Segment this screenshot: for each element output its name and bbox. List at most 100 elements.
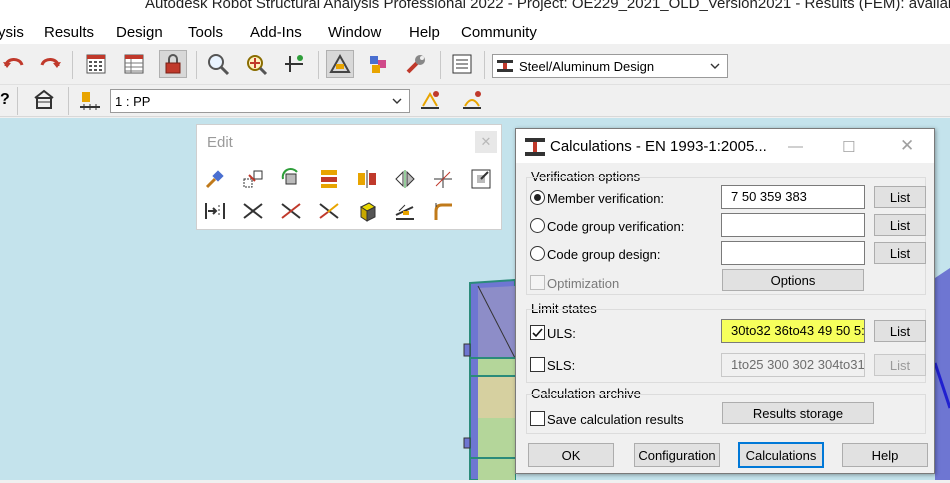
- code-group-verification-field[interactable]: [721, 213, 865, 237]
- steel-layout-icon: [497, 60, 513, 72]
- load-display-icon[interactable]: [416, 86, 444, 114]
- checkmark-icon: [532, 328, 543, 338]
- results-storage-button[interactable]: Results storage: [722, 402, 874, 424]
- close-icon[interactable]: ✕: [900, 136, 914, 156]
- offset-icon[interactable]: [315, 165, 343, 193]
- extend-icon[interactable]: [315, 197, 343, 225]
- profile-section-icon[interactable]: [353, 197, 381, 225]
- sls-checkbox[interactable]: [530, 357, 545, 372]
- trim-icon[interactable]: [277, 197, 305, 225]
- uls-checkbox[interactable]: [530, 325, 545, 340]
- steel-design-icon[interactable]: [326, 50, 354, 78]
- toolbar-separator: [17, 87, 18, 115]
- app-titlebar: Autodesk Robot Structural Analysis Profe…: [0, 0, 950, 20]
- layout-selector-value: Steel/Aluminum Design: [519, 58, 655, 74]
- configuration-button[interactable]: Configuration: [634, 443, 720, 467]
- toolbar-separator: [68, 87, 69, 115]
- menu-results[interactable]: Results: [44, 24, 94, 41]
- member-verification-list-button[interactable]: List: [874, 186, 926, 208]
- minimize-icon[interactable]: —: [788, 138, 803, 155]
- menu-design[interactable]: Design: [116, 24, 163, 41]
- chevron-down-icon: [710, 63, 720, 69]
- load-case-icon[interactable]: [76, 86, 104, 114]
- table-icon[interactable]: [120, 50, 148, 78]
- scale-icon[interactable]: [429, 165, 457, 193]
- toolbar-separator: [440, 51, 441, 79]
- save-calculation-results-label: Save calculation results: [547, 412, 684, 427]
- chevron-down-icon: [392, 98, 402, 104]
- calculations-dialog: Calculations - EN 1993-1:2005... — ☐ ✕ V…: [515, 128, 935, 474]
- combination-display-icon[interactable]: [458, 86, 486, 114]
- divide-icon[interactable]: [201, 197, 229, 225]
- calculator-icon[interactable]: [82, 50, 110, 78]
- help-button[interactable]: Help: [842, 443, 928, 467]
- save-calculation-results-checkbox[interactable]: [530, 411, 545, 426]
- mirror-horizontal-icon[interactable]: [353, 165, 381, 193]
- member-verification-label: Member verification:: [547, 191, 665, 206]
- zoom-icon[interactable]: [204, 50, 232, 78]
- menu-analysis[interactable]: ysis: [0, 24, 24, 41]
- redo-icon[interactable]: [36, 50, 64, 78]
- lock-icon[interactable]: [159, 50, 187, 78]
- intersect-icon[interactable]: [239, 197, 267, 225]
- structure-view-icon[interactable]: [30, 86, 58, 114]
- toolbar-separator: [318, 51, 319, 79]
- sls-list-button: List: [874, 354, 926, 376]
- options-button[interactable]: Options: [722, 269, 864, 291]
- dialog-titlebar: Calculations - EN 1993-1:2005... — ☐ ✕: [516, 129, 934, 163]
- uls-combinations-field[interactable]: 30to32 36to43 49 50 5:: [721, 319, 865, 343]
- code-group-design-radio[interactable]: [530, 246, 545, 261]
- menu-tools[interactable]: Tools: [188, 24, 223, 41]
- structure-model-icon[interactable]: [364, 50, 392, 78]
- code-group-design-label: Code group design:: [547, 247, 661, 262]
- load-case-value: 1 : PP: [115, 93, 151, 109]
- uls-list-button[interactable]: List: [874, 320, 926, 342]
- code-group-verification-radio[interactable]: [530, 218, 545, 233]
- fillet-icon[interactable]: [429, 197, 457, 225]
- ok-button[interactable]: OK: [528, 443, 614, 467]
- steel-calculation-icon: [525, 138, 545, 156]
- mirror-vertical-icon[interactable]: [391, 165, 419, 193]
- toolbar-separator: [72, 51, 73, 79]
- resize-icon[interactable]: [467, 165, 495, 193]
- load-case-selector[interactable]: 1 : PP: [110, 89, 410, 113]
- optimization-checkbox[interactable]: [530, 275, 545, 290]
- zoom-window-icon[interactable]: [242, 50, 270, 78]
- member-verification-radio[interactable]: [530, 190, 545, 205]
- extrude-icon[interactable]: [391, 197, 419, 225]
- window-title: Autodesk Robot Structural Analysis Profe…: [145, 0, 950, 12]
- member-verification-field[interactable]: 7 50 359 383: [721, 185, 865, 209]
- code-group-design-list-button[interactable]: List: [874, 242, 926, 264]
- undo-icon[interactable]: [0, 50, 28, 78]
- menu-bar: ysis Results Design Tools Add-Ins Window…: [0, 20, 950, 44]
- move-copy-icon[interactable]: [239, 165, 267, 193]
- rotate-icon[interactable]: [277, 165, 305, 193]
- edit-toolbar-window[interactable]: Edit ✕: [196, 124, 502, 230]
- code-group-verification-list-button[interactable]: List: [874, 214, 926, 236]
- edit-toolbar-title: Edit: [207, 134, 233, 151]
- main-toolbar: Steel/Aluminum Design: [0, 45, 950, 85]
- maximize-icon[interactable]: ☐: [842, 138, 855, 156]
- sls-combinations-field: 1to25 300 302 304to31: [721, 353, 865, 377]
- dialog-title: Calculations - EN 1993-1:2005...: [550, 138, 767, 155]
- wrench-icon[interactable]: [402, 50, 430, 78]
- code-group-verification-label: Code group verification:: [547, 219, 685, 234]
- paint-brush-icon[interactable]: [201, 165, 229, 193]
- support-icon[interactable]: [280, 50, 308, 78]
- menu-help[interactable]: Help: [409, 24, 440, 41]
- close-icon[interactable]: ✕: [475, 131, 497, 153]
- secondary-toolbar: ? 1 : PP: [0, 85, 950, 117]
- sls-label: SLS:: [547, 358, 576, 373]
- menu-add-ins[interactable]: Add-Ins: [250, 24, 302, 41]
- uls-label: ULS:: [547, 326, 576, 341]
- menu-community[interactable]: Community: [461, 24, 537, 41]
- layout-selector[interactable]: Steel/Aluminum Design: [492, 54, 728, 78]
- calculations-button[interactable]: Calculations: [738, 442, 824, 468]
- toolbar-separator: [484, 51, 485, 79]
- optimization-label: Optimization: [547, 276, 620, 291]
- menu-window[interactable]: Window: [328, 24, 381, 41]
- query-help-icon[interactable]: ?: [0, 91, 10, 109]
- layouts-icon[interactable]: [448, 50, 476, 78]
- toolbar-separator: [196, 51, 197, 79]
- code-group-design-field[interactable]: [721, 241, 865, 265]
